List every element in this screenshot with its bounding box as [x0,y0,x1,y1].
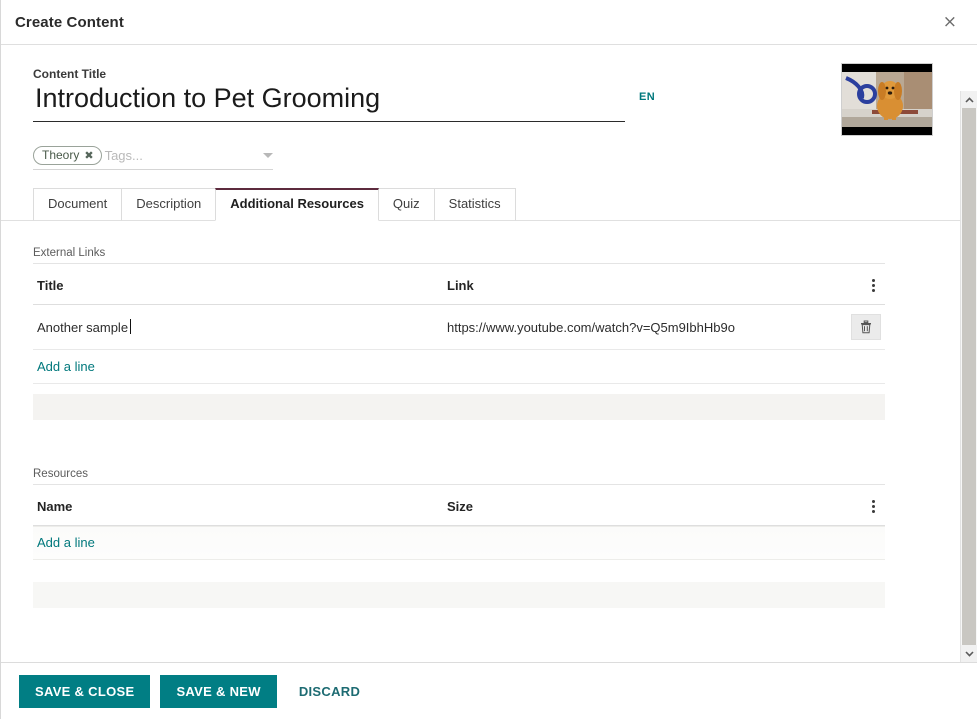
external-links-section: External Links Title Link Another sample… [1,247,977,420]
dialog-title: Create Content [15,13,124,31]
table-header-row: Title Link [33,263,885,305]
column-header-title: Title [33,263,443,305]
add-line-row[interactable]: Add a line [33,349,885,384]
dialog-header: Create Content × [1,0,977,45]
dialog-body: Content Title EN [1,45,977,662]
close-icon[interactable]: × [939,12,961,33]
column-header-name: Name [33,485,443,527]
tab-document[interactable]: Document [33,188,123,221]
content-thumbnail[interactable] [841,63,933,136]
thumbnail-wrapper [841,63,961,136]
additional-resources-pane: External Links Title Link Another sample… [1,220,977,609]
tag-chip-theory[interactable]: Theory ✖ [33,146,102,165]
scrollbar-track[interactable] [961,108,977,662]
tab-statistics[interactable]: Statistics [433,188,516,221]
delete-row-button[interactable] [851,314,881,340]
title-area: Content Title EN [1,63,977,136]
title-field-group: Content Title [33,67,633,136]
thumbnail-image [842,64,932,135]
empty-row-placeholder [33,582,885,609]
scroll-up-button[interactable] [961,91,977,108]
column-header-size: Size [443,485,843,527]
cell-delete [843,304,885,350]
kebab-menu-icon[interactable] [870,498,877,515]
column-header-link: Link [443,263,843,305]
external-links-label: External Links [33,247,885,264]
discard-button[interactable]: DISCARD [287,675,376,708]
link-title-value: Another sample [37,318,132,335]
chevron-down-icon[interactable] [263,153,273,158]
external-links-table: Title Link Another sample https://www.yo… [33,263,885,384]
chevron-up-icon [964,96,974,103]
content-title-label: Content Title [33,67,107,81]
scroll-down-button[interactable] [961,645,977,662]
resources-section: Resources Name Size Add a line [1,468,977,609]
create-content-dialog: Create Content × Content Title EN [0,0,977,719]
trash-icon [861,320,871,334]
tags-field[interactable]: Theory ✖ Tags... [33,146,273,170]
language-selector[interactable]: EN [639,91,655,136]
content-title-input[interactable] [33,83,625,123]
resources-table: Name Size [33,485,885,527]
tab-additional-resources[interactable]: Additional Resources [215,188,379,221]
resources-label: Resources [33,468,885,485]
save-and-close-button[interactable]: SAVE & CLOSE [19,674,151,708]
optional-columns-button[interactable] [843,263,885,305]
dialog-footer: SAVE & CLOSE SAVE & NEW DISCARD [1,662,977,719]
tags-row: Theory ✖ Tags... [1,136,977,170]
empty-row-placeholder [33,394,885,420]
scrollbar-thumb[interactable] [962,108,976,662]
add-line-link-external[interactable]: Add a line [37,359,95,374]
tab-quiz[interactable]: Quiz [377,188,435,221]
cell-link-title[interactable]: Another sample [33,304,443,350]
record-header: Content Title EN [1,45,977,221]
form-scroll-area: Content Title EN [1,45,977,662]
tab-description[interactable]: Description [121,188,217,221]
tags-placeholder: Tags... [104,148,143,163]
optional-columns-button[interactable] [843,485,885,527]
add-line-link-resources[interactable]: Add a line [37,535,95,550]
tag-chip-label: Theory [42,148,80,162]
add-line-cell: Add a line [33,349,885,384]
table-header-row: Name Size [33,485,885,527]
save-and-new-button[interactable]: SAVE & NEW [160,674,277,708]
cell-link-url[interactable]: https://www.youtube.com/watch?v=Q5m9IbhH… [443,304,843,350]
tag-remove-icon[interactable]: ✖ [84,149,93,162]
table-row[interactable]: Another sample https://www.youtube.com/w… [33,304,885,350]
link-url-value: https://www.youtube.com/watch?v=Q5m9IbhH… [447,319,735,335]
vertical-scrollbar[interactable] [960,91,977,662]
kebab-menu-icon[interactable] [870,277,877,294]
tab-bar: Document Description Additional Resource… [1,170,977,221]
add-line-strip[interactable]: Add a line [33,526,885,561]
chevron-down-icon [964,650,974,657]
